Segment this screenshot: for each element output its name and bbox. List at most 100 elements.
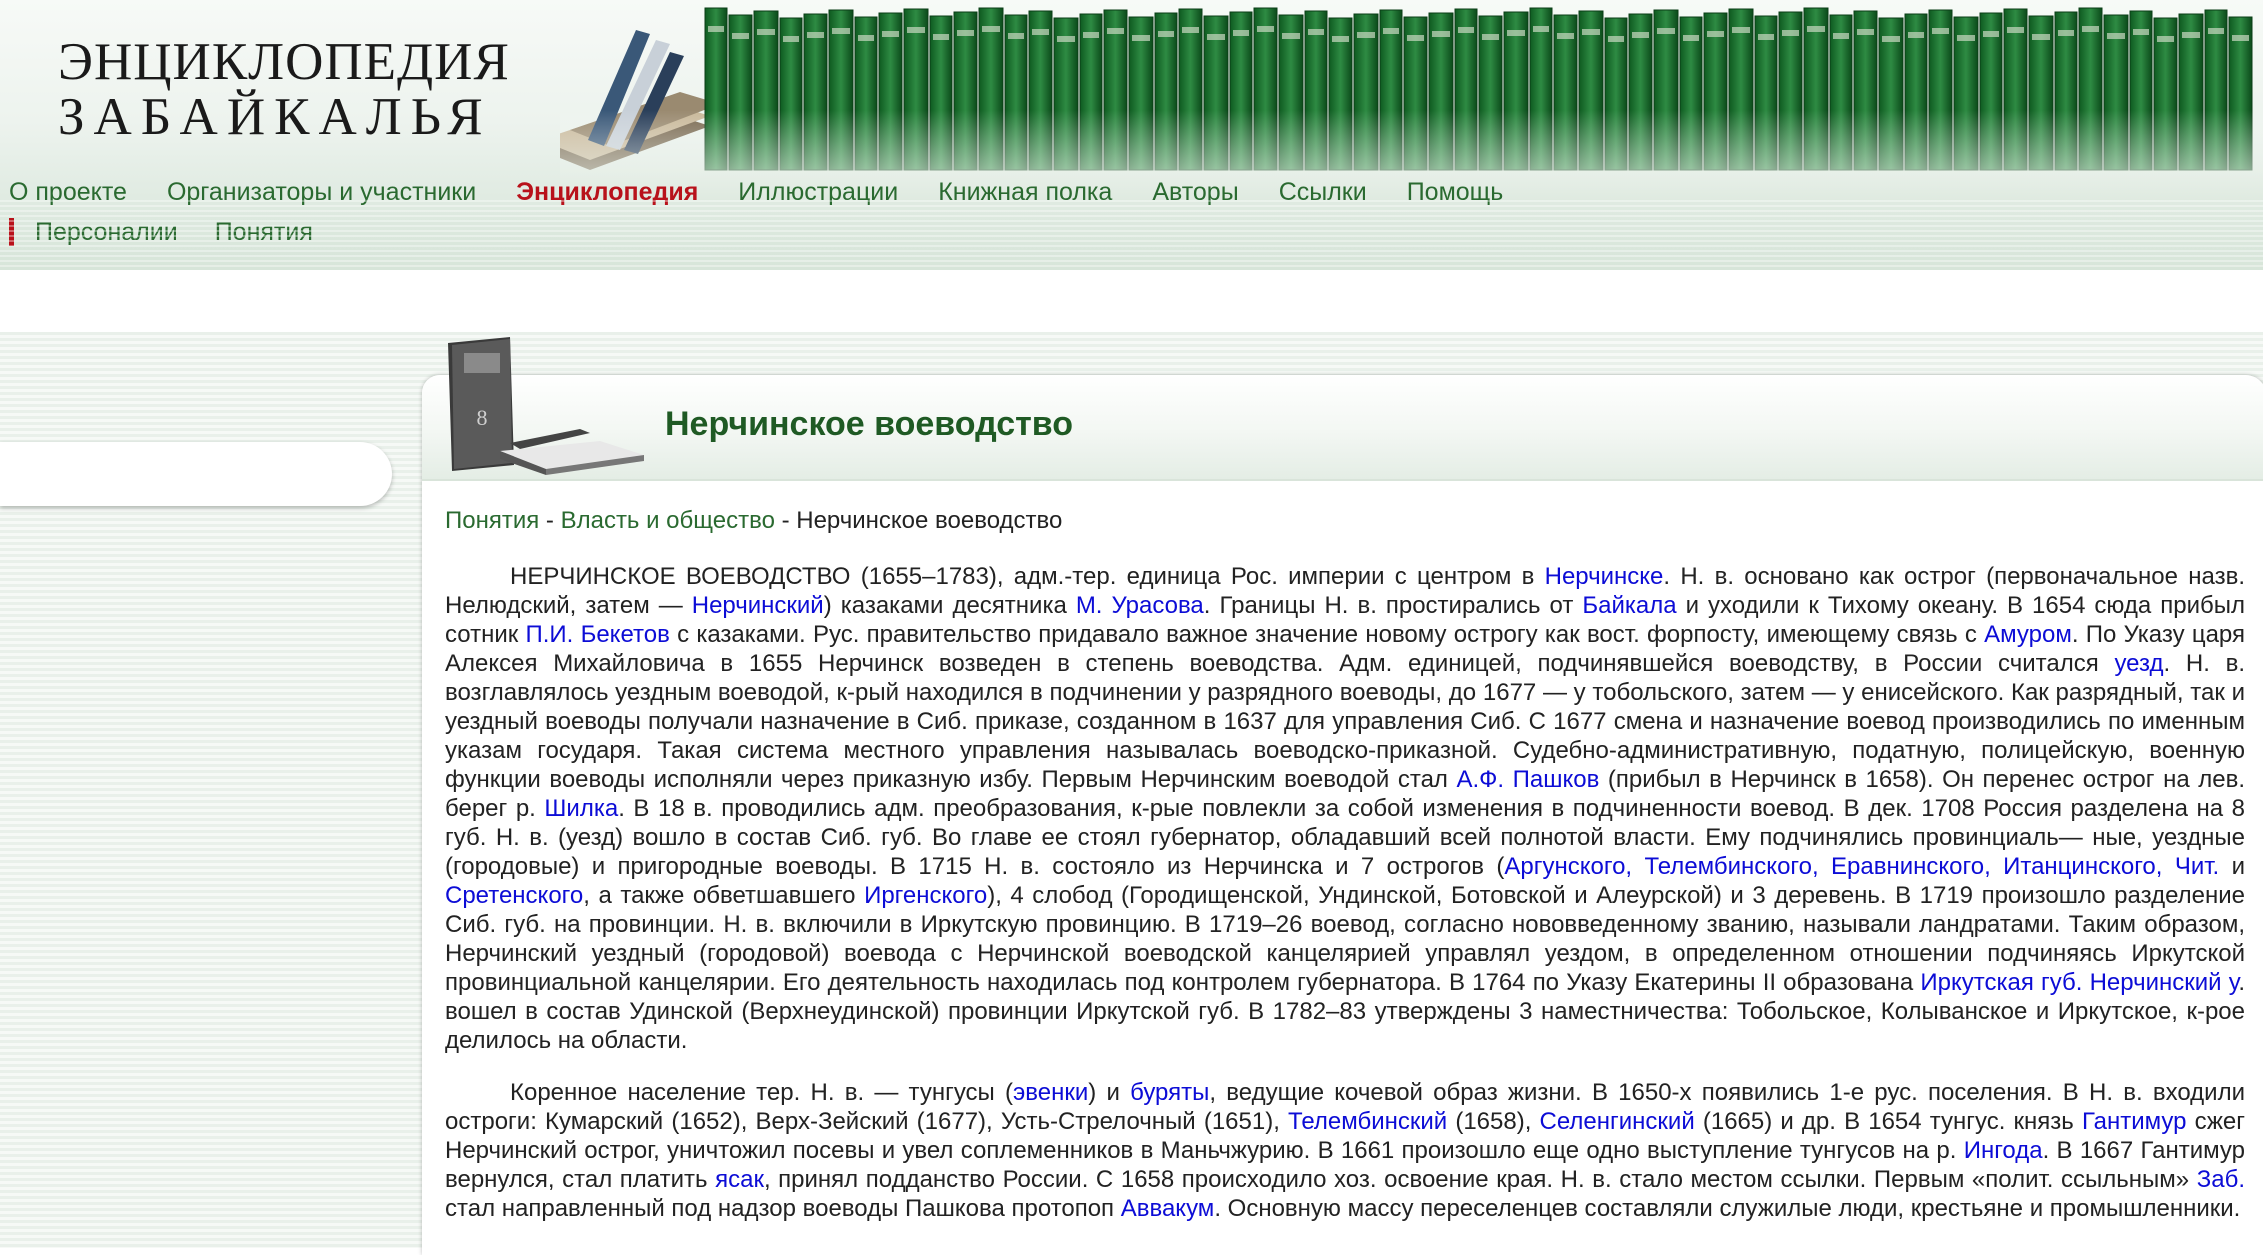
article-link[interactable]: Амуром <box>1984 621 2072 648</box>
volume-band-icon <box>1158 31 1174 37</box>
article-link[interactable]: Шилка <box>544 795 618 822</box>
volume-band-icon <box>1833 33 1849 39</box>
volume-band-icon <box>1932 28 1949 34</box>
nav-item-links[interactable]: Ссылки <box>1279 176 1367 208</box>
article-link[interactable]: Аргунского, Телембинского, Еравнинского,… <box>1504 853 2219 880</box>
active-section-marker <box>9 218 14 246</box>
volume-band-icon <box>907 27 925 33</box>
article-text: (1658), <box>1447 1108 1540 1135</box>
article-link[interactable]: Телембинский <box>1288 1108 1447 1135</box>
breadcrumb-separator: - <box>774 507 797 534</box>
volume-band-icon <box>1632 32 1649 38</box>
volume-band-icon <box>1057 36 1075 42</box>
article-link[interactable]: Иркутская губ. Нерчинский у <box>1920 969 2238 996</box>
volume-band-icon <box>783 36 799 42</box>
nav-item-encyclopedia[interactable]: Энциклопедия <box>516 176 698 208</box>
volume-band-icon <box>1282 33 1300 39</box>
breadcrumb-item-concepts[interactable]: Понятия <box>445 507 539 534</box>
volume-band-icon <box>1383 28 1399 34</box>
volume-band-icon <box>982 26 1000 32</box>
nav-item-about[interactable]: О проекте <box>9 176 127 208</box>
article-link[interactable]: А.Ф. Пашков <box>1456 766 1599 793</box>
volume-band-icon <box>1608 36 1624 42</box>
volume-band-icon <box>1207 34 1225 40</box>
nav-item-illustrations[interactable]: Иллюстрации <box>738 176 898 208</box>
article-link[interactable]: Иргенского <box>864 882 987 909</box>
article-link[interactable]: эвенки <box>1013 1079 1088 1106</box>
volume-band-icon <box>1008 33 1024 39</box>
volume-band-icon <box>2007 27 2024 33</box>
volume-band-icon <box>2058 30 2074 36</box>
volume-band-icon <box>1707 31 1724 37</box>
volume-band-icon <box>1233 30 1249 36</box>
bookshelf-banner-icon <box>560 7 2263 200</box>
volume-band-icon <box>882 31 899 37</box>
article-text: . Границы Н. в. простирались от <box>1203 592 1583 619</box>
volume-band-icon <box>1458 27 1474 33</box>
books-stack-icon: 8 <box>448 337 644 475</box>
breadcrumb: Понятия - Власть и общество - Нерчинское… <box>445 507 1062 535</box>
volume-band-icon <box>1908 32 1924 38</box>
volume-band-icon <box>1857 29 1874 35</box>
article-link[interactable]: Селенгинский <box>1540 1108 1695 1135</box>
volume-band-icon <box>1983 31 1999 37</box>
article-link[interactable]: Нерчинский <box>692 592 824 619</box>
volume-band-icon <box>1482 34 1499 40</box>
volume-band-icon <box>832 28 850 34</box>
article-text: (1665) и др. В 1654 тунгус. князь <box>1694 1108 2082 1135</box>
site-logo[interactable]: ЭНЦИКЛОПЕДИЯ ЗАБАЙКАЛЬЯ <box>58 33 510 144</box>
sub-nav-item-concepts[interactable]: Понятия <box>215 216 313 248</box>
volume-band-icon <box>2182 32 2200 38</box>
volume-band-icon <box>1882 36 1900 42</box>
breadcrumb-item-power-society[interactable]: Власть и общество <box>561 507 775 534</box>
volume-band-icon <box>2232 35 2249 41</box>
left-sidebar-panel <box>0 442 392 506</box>
article-link[interactable]: П.И. Бекетов <box>526 621 670 648</box>
nav-item-bookshelf[interactable]: Книжная полка <box>938 176 1112 208</box>
main-navigation: О проекте Организаторы и участники Энцикло… <box>0 176 1534 208</box>
article-link[interactable]: буряты <box>1130 1079 1209 1106</box>
article-paragraph: НЕРЧИНСКОЕ ВОЕВОДСТВО (1655–1783), адм.-… <box>445 562 2245 1055</box>
nav-item-organizers[interactable]: Организаторы и участники <box>167 176 476 208</box>
volume-band-icon <box>1407 35 1424 41</box>
volume-band-icon <box>1132 35 1150 41</box>
content-panel: 8 Нерчинское воеводство Понятия - Власть… <box>422 337 2263 1255</box>
article-link[interactable]: Нерчинске <box>1545 563 1664 590</box>
title-bar: 8 Нерчинское воеводство <box>422 337 2263 481</box>
volume-band-icon <box>1683 35 1699 41</box>
sub-nav-item-persons[interactable]: Персоналии <box>35 216 178 248</box>
article-text: ) казаками десятника <box>823 592 1076 619</box>
article-link[interactable]: Сретенского <box>445 882 583 909</box>
article-link[interactable]: М. Урасова <box>1076 592 1204 619</box>
volume-band-icon <box>933 34 949 40</box>
article-text: с казаками. Рус. правительство придавало… <box>669 621 1985 648</box>
breadcrumb-item-current: Нерчинское воеводство <box>796 507 1063 534</box>
article-link[interactable]: ясак <box>715 1166 764 1193</box>
article-link[interactable]: Байкала <box>1582 592 1676 619</box>
svg-text:8: 8 <box>477 405 488 430</box>
article-text: стал направленный под надзор воеводы Паш… <box>445 1195 1121 1222</box>
article-text: , принял подданство России. С 1658 проис… <box>763 1166 2197 1193</box>
article-link[interactable]: уезд <box>2114 650 2163 677</box>
article-link[interactable]: Заб. <box>2197 1166 2245 1193</box>
volume-band-icon <box>1657 28 1675 34</box>
breadcrumb-separator: - <box>539 507 561 534</box>
article-link[interactable]: Ингода <box>1964 1137 2043 1164</box>
article-text: , а также обветшавшего <box>583 882 865 909</box>
logo-line-1: ЭНЦИКЛОПЕДИЯ <box>58 33 510 91</box>
volume-band-icon <box>1332 36 1349 42</box>
volume-band-icon <box>1083 32 1099 38</box>
article-link[interactable]: Аввакум <box>1121 1195 1215 1222</box>
volume-band-icon <box>1758 34 1774 40</box>
article-link[interactable]: Гантимур <box>2082 1108 2187 1135</box>
page-title: Нерчинское воеводство <box>665 405 1073 443</box>
volume-band-icon <box>2133 29 2149 35</box>
volume-band-icon <box>708 26 724 32</box>
volume-band-icon <box>1182 27 1199 33</box>
article-text: Коренное население тер. Н. в. — тунгусы … <box>510 1079 1014 1106</box>
nav-item-authors[interactable]: Авторы <box>1152 176 1238 208</box>
article-text: . Основную массу переселенцев составляли… <box>1214 1195 2241 1222</box>
nav-item-help[interactable]: Помощь <box>1407 176 1504 208</box>
volume-band-icon <box>757 29 775 35</box>
volume-band-icon <box>1557 33 1574 39</box>
